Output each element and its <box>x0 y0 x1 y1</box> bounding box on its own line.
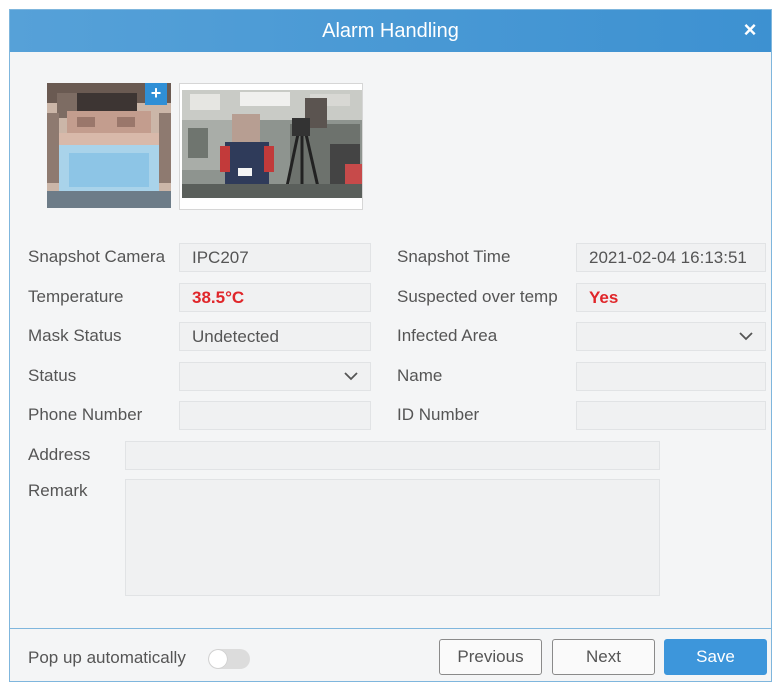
snapshot-time-field: 2021-02-04 16:13:51 <box>576 243 766 272</box>
infected-area-label: Infected Area <box>397 326 498 345</box>
close-icon[interactable]: × <box>737 10 763 52</box>
dialog-title-bar: Alarm Handling × <box>10 10 771 52</box>
save-button[interactable]: Save <box>664 639 767 675</box>
previous-button[interactable]: Previous <box>439 639 542 675</box>
address-input[interactable] <box>125 441 660 470</box>
scene-snapshot-image[interactable] <box>179 83 363 210</box>
dialog-title: Alarm Handling <box>322 20 459 42</box>
id-number-input[interactable] <box>576 401 766 430</box>
mask-status-field: Undetected <box>179 322 371 351</box>
chevron-down-icon <box>344 372 358 381</box>
temperature-field: 38.5°C <box>179 283 371 312</box>
status-label: Status <box>28 366 77 385</box>
chevron-down-icon <box>739 332 753 341</box>
next-button[interactable]: Next <box>552 639 655 675</box>
id-number-label: ID Number <box>397 405 480 424</box>
remark-label: Remark <box>28 481 88 500</box>
status-select[interactable] <box>179 362 371 391</box>
snapshot-camera-label: Snapshot Camera <box>28 247 166 266</box>
temperature-label: Temperature <box>28 287 124 306</box>
snapshot-camera-field: IPC207 <box>179 243 371 272</box>
remark-textarea[interactable] <box>125 479 660 596</box>
name-input[interactable] <box>576 362 766 391</box>
name-label: Name <box>397 366 443 385</box>
add-icon[interactable]: + <box>145 83 167 105</box>
phone-number-label: Phone Number <box>28 405 143 424</box>
snapshot-time-label: Snapshot Time <box>397 247 511 266</box>
infected-area-select[interactable] <box>576 322 766 351</box>
popup-automatically-toggle[interactable] <box>208 649 250 669</box>
suspected-over-temp-field: Yes <box>576 283 766 312</box>
popup-automatically-label: Pop up automatically <box>28 648 186 667</box>
address-label: Address <box>28 445 91 464</box>
phone-number-input[interactable] <box>179 401 371 430</box>
suspected-over-temp-label: Suspected over temp <box>397 287 558 306</box>
dialog-footer: Pop up automatically Previous Next Save <box>10 628 771 681</box>
toggle-knob <box>209 650 227 668</box>
mask-status-label: Mask Status <box>28 326 122 345</box>
alarm-handling-dialog: Alarm Handling × + Snapshot Camera IPC20… <box>9 9 772 682</box>
